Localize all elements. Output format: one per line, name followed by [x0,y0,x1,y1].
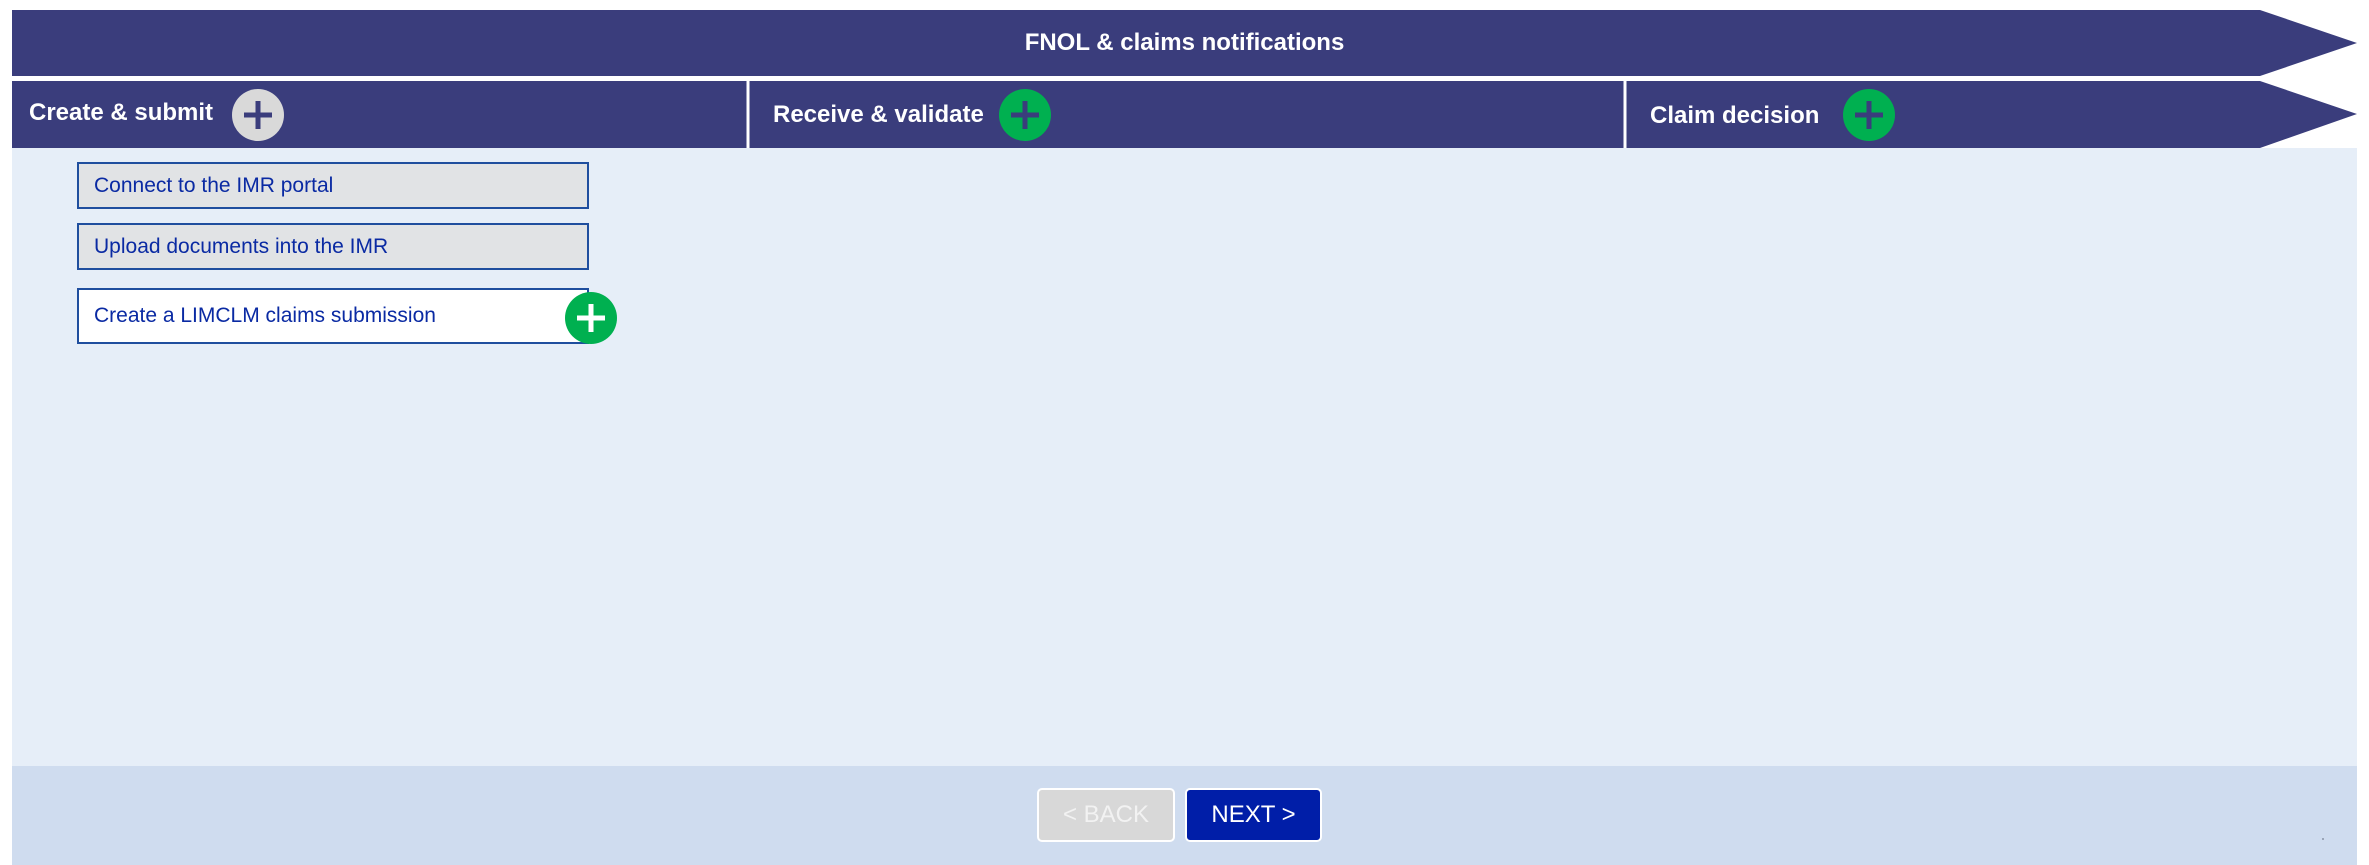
process-map-canvas: FNOL & claims notifications Create & sub… [0,0,2369,865]
stage-create-submit-label[interactable]: Create & submit [29,99,213,127]
plus-icon[interactable] [1843,89,1895,141]
task-label: Connect to the IMR portal [94,173,334,197]
corner-marker [2322,838,2324,840]
task-label: Upload documents into the IMR [94,234,389,258]
task-upload-documents[interactable]: Upload documents into the IMR [77,223,589,270]
task-connect-imr-portal[interactable]: Connect to the IMR portal [77,162,589,209]
stage-row [12,81,2357,148]
stage-receive-validate-label[interactable]: Receive & validate [773,101,984,129]
plus-icon[interactable] [232,89,284,141]
task-label: Create a LIMCLM claims submission [94,304,436,327]
plus-icon[interactable] [999,89,1051,141]
next-button[interactable]: NEXT > [1185,788,1322,842]
plus-icon[interactable] [565,292,617,344]
task-create-limclm-submission[interactable]: Create a LIMCLM claims submission [77,288,589,344]
back-button[interactable]: < BACK [1037,788,1175,842]
stage-claim-decision-label[interactable]: Claim decision [1650,102,1819,130]
header-banner [12,10,2357,76]
